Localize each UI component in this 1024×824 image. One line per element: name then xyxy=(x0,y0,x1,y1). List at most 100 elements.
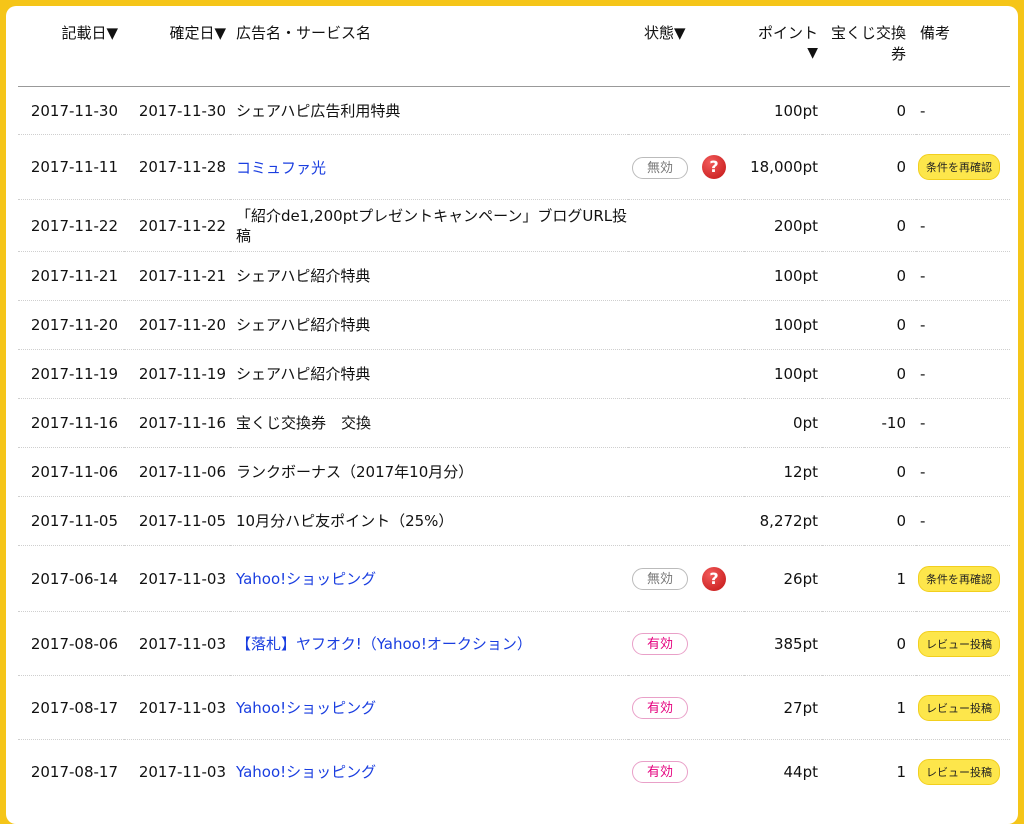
points-value: 44pt xyxy=(783,762,819,781)
lottery-cell: 1 xyxy=(822,545,916,612)
points-value: 27pt xyxy=(783,698,819,717)
status-cell xyxy=(628,496,744,546)
table-row: 2017-11-19 2017-11-19 シェアハピ紹介特典 100pt 0- xyxy=(18,349,1010,399)
points-cell: 100pt xyxy=(744,349,822,399)
table-row: 2017-11-11 2017-11-28 コミュファ光 無効? 18,000pt 0 条件… xyxy=(18,134,1010,200)
record-date-cell: 2017-06-14 xyxy=(18,545,124,612)
points-cell: 100pt xyxy=(744,86,822,135)
lottery-value: 1 xyxy=(896,762,906,781)
table-row: 2017-11-22 2017-11-22 「紹介de1,200ptプレゼントキャン… xyxy=(18,199,1010,252)
remark-action-button[interactable]: レビュー投稿 xyxy=(918,758,1000,785)
confirm-date-cell: 2017-11-03 xyxy=(124,611,230,676)
status-cell xyxy=(628,300,744,350)
remark-action-button[interactable]: レビュー投稿 xyxy=(918,630,1000,657)
record-date: 2017-11-06 xyxy=(30,463,118,481)
ad-name-cell: シェアハピ紹介特典 xyxy=(230,251,628,301)
lottery-value: 0 xyxy=(896,365,906,383)
ad-name-text: シェアハピ紹介特典 xyxy=(236,267,371,285)
status-badge: 有効 xyxy=(632,632,688,655)
points-cell: 12pt xyxy=(744,447,822,497)
record-date-cell: 2017-11-06 xyxy=(18,447,124,497)
record-date: 2017-11-05 xyxy=(30,512,118,530)
points-cell: 0pt xyxy=(744,398,822,448)
confirm-date: 2017-11-16 xyxy=(138,414,226,432)
ad-name-text: シェアハピ紹介特典 xyxy=(236,365,371,383)
header-confirm-date[interactable]: 確定日▼ xyxy=(124,16,230,87)
ad-name-link[interactable]: 【落札】ヤフオク!（Yahoo!オークション） xyxy=(236,635,532,653)
record-date-cell: 2017-11-21 xyxy=(18,251,124,301)
confirm-date-cell: 2017-11-19 xyxy=(124,349,230,399)
ad-name-cell: シェアハピ広告利用特典 xyxy=(230,86,628,135)
remark-text: - xyxy=(920,101,926,120)
remarks-cell: - xyxy=(916,398,1010,448)
remarks-cell: レビュー投稿 xyxy=(916,740,1010,804)
remark-action-button[interactable]: 条件を再確認 xyxy=(918,565,1000,592)
lottery-cell: -10 xyxy=(822,398,916,448)
ad-name-cell: シェアハピ紹介特典 xyxy=(230,349,628,399)
lottery-value: 0 xyxy=(896,158,906,176)
lottery-value: 0 xyxy=(896,216,906,235)
remark-text: - xyxy=(920,414,926,432)
ad-name-link[interactable]: Yahoo!ショッピング xyxy=(236,763,376,781)
header-points[interactable]: ポイント ▼ xyxy=(744,16,822,87)
point-history-table: 記載日▼ 確定日▼ 広告名・サービス名 状態▼ ポイント ▼ 宝くじ交換券 備考… xyxy=(18,16,1010,804)
confirm-date-cell: 2017-11-21 xyxy=(124,251,230,301)
points-sort-icon[interactable]: ▼ xyxy=(807,45,818,61)
table-header: 記載日▼ 確定日▼ 広告名・サービス名 状態▼ ポイント ▼ 宝くじ交換券 備考 xyxy=(18,16,1010,87)
help-question-icon[interactable]: ? xyxy=(702,566,726,591)
header-record-date[interactable]: 記載日▼ xyxy=(18,16,124,87)
record-date-cell: 2017-11-20 xyxy=(18,300,124,350)
lottery-cell: 0 xyxy=(822,134,916,200)
status-cell: 有効 xyxy=(628,611,744,676)
table-row: 2017-11-20 2017-11-20 シェアハピ紹介特典 100pt 0- xyxy=(18,300,1010,350)
points-value: 200pt xyxy=(773,216,818,235)
confirm-date-cell: 2017-11-03 xyxy=(124,740,230,804)
lottery-cell: 0 xyxy=(822,199,916,252)
points-value: 100pt xyxy=(773,267,818,285)
status-cell: 有効 xyxy=(628,675,744,740)
points-cell: 385pt xyxy=(744,611,822,676)
points-cell: 44pt xyxy=(744,740,822,804)
lottery-value: 0 xyxy=(896,463,906,481)
ad-name-link[interactable]: Yahoo!ショッピング xyxy=(236,570,376,588)
header-status[interactable]: 状態▼ xyxy=(628,16,744,87)
lottery-cell: 1 xyxy=(822,740,916,804)
lottery-value: 0 xyxy=(896,316,906,334)
points-cell: 18,000pt xyxy=(744,134,822,200)
history-panel: 記載日▼ 確定日▼ 広告名・サービス名 状態▼ ポイント ▼ 宝くじ交換券 備考… xyxy=(6,6,1018,824)
points-cell: 100pt xyxy=(744,251,822,301)
status-cell xyxy=(628,199,744,252)
ad-name-link[interactable]: コミュファ光 xyxy=(236,159,326,177)
lottery-value: 1 xyxy=(896,569,906,588)
record-date: 2017-08-17 xyxy=(30,762,118,781)
remarks-cell: - xyxy=(916,496,1010,546)
remarks-cell: - xyxy=(916,251,1010,301)
remarks-cell: レビュー投稿 xyxy=(916,611,1010,676)
ad-name-link[interactable]: Yahoo!ショッピング xyxy=(236,699,376,717)
record-date: 2017-11-22 xyxy=(30,216,118,235)
status-badge: 無効 xyxy=(632,156,688,179)
points-cell: 27pt xyxy=(744,675,822,740)
record-date: 2017-11-19 xyxy=(30,365,118,383)
help-question-icon[interactable]: ? xyxy=(702,155,726,179)
status-badge: 有効 xyxy=(632,760,688,783)
lottery-value: 0 xyxy=(896,267,906,285)
record-date-cell: 2017-11-11 xyxy=(18,134,124,200)
record-date-cell: 2017-11-05 xyxy=(18,496,124,546)
header-ad-name: 広告名・サービス名 xyxy=(230,16,628,87)
ad-name-cell: Yahoo!ショッピング xyxy=(230,740,628,804)
remark-text: - xyxy=(920,512,926,530)
confirm-date-cell: 2017-11-20 xyxy=(124,300,230,350)
remarks-cell: 条件を再確認 xyxy=(916,134,1010,200)
remark-text: - xyxy=(920,267,926,285)
remark-action-button[interactable]: レビュー投稿 xyxy=(918,694,1000,721)
remarks-cell: - xyxy=(916,300,1010,350)
points-value: 0pt xyxy=(793,414,818,432)
status-badge: 有効 xyxy=(632,696,688,719)
remark-text: - xyxy=(920,316,926,334)
table-row: 2017-06-14 2017-11-03 Yahoo!ショッピング 無効? 26pt 1… xyxy=(18,545,1010,612)
record-date-cell: 2017-11-30 xyxy=(18,86,124,135)
remark-action-button[interactable]: 条件を再確認 xyxy=(918,154,1000,180)
confirm-date: 2017-11-06 xyxy=(138,463,226,481)
status-cell xyxy=(628,349,744,399)
